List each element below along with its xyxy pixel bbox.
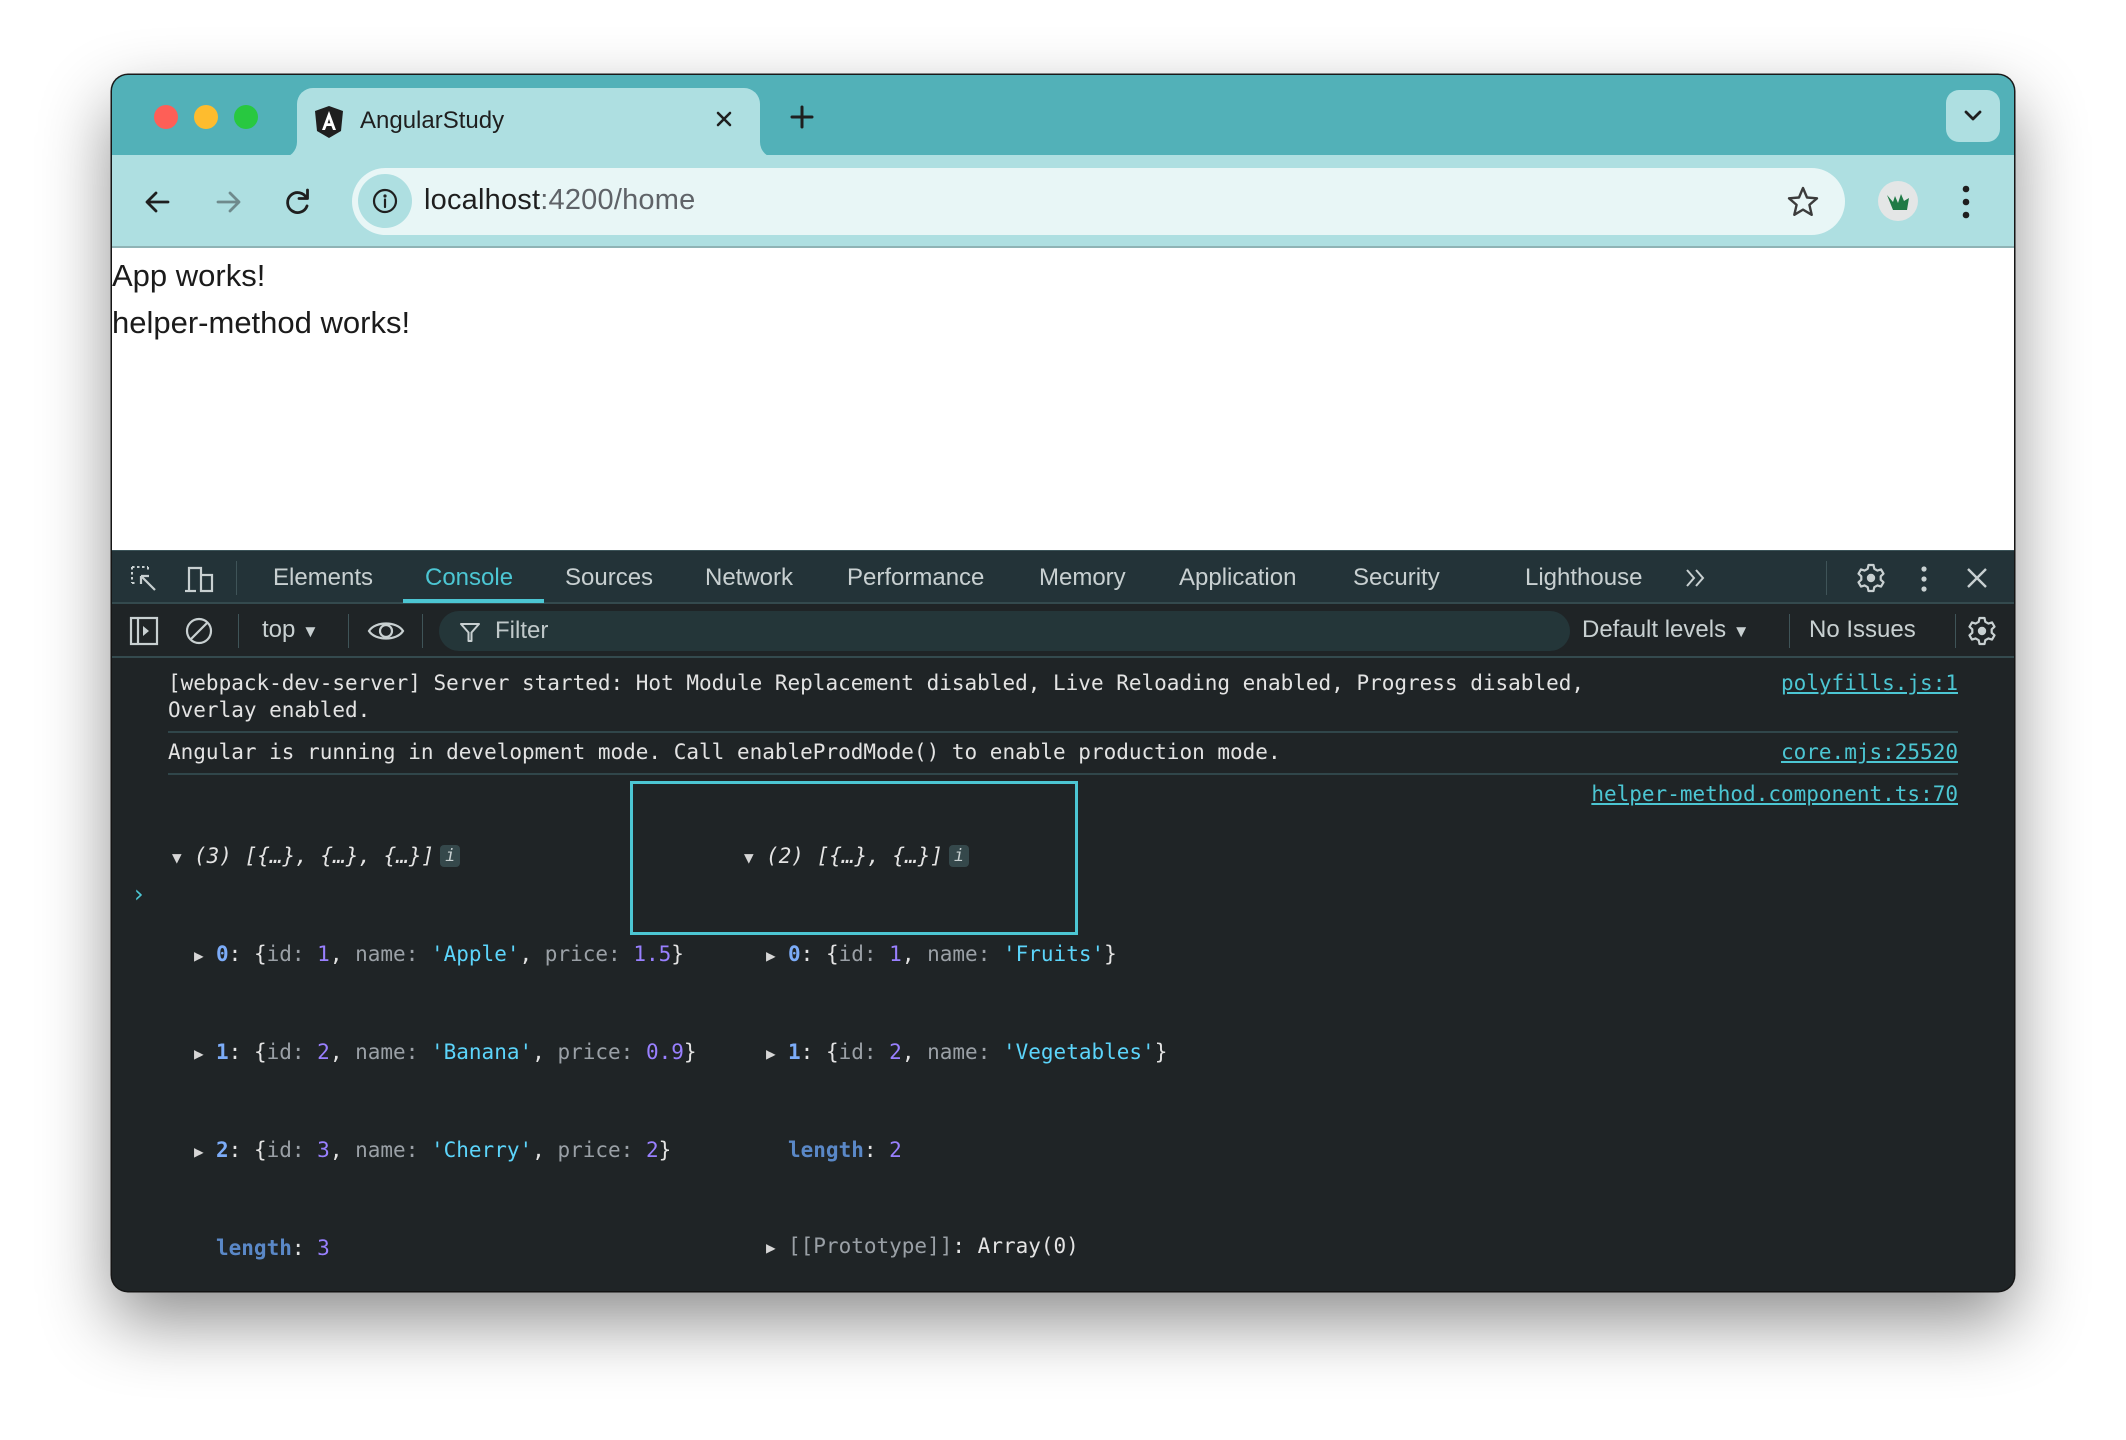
active-tab-indicator — [403, 599, 544, 603]
more-tabs-icon[interactable] — [1683, 565, 1709, 591]
collapse-triangle-icon[interactable]: ▶ — [766, 1232, 788, 1264]
array-item[interactable]: ▶ 2: {id: 3, name: 'Cherry', price: 2} — [172, 1134, 697, 1168]
tab-lighthouse[interactable]: Lighthouse — [1525, 564, 1642, 592]
browser-tab-active[interactable]: AngularStudy — [297, 88, 760, 158]
tab-security[interactable]: Security — [1353, 564, 1440, 592]
message-text: Angular is running in development mode. … — [168, 740, 1281, 764]
array-item[interactable]: ▶ 0: {id: 1, name: 'Fruits'} — [744, 938, 1167, 972]
close-devtools-icon[interactable] — [1964, 565, 1990, 591]
collapse-triangle-icon[interactable]: ▶ — [194, 1136, 216, 1168]
collapse-triangle-icon[interactable]: ▶ — [766, 940, 788, 972]
array-prototype[interactable]: ▶ [[Prototype]]: Array(0) — [744, 1230, 1167, 1264]
console-output: [webpack-dev-server] Server started: Hot… — [112, 658, 2014, 1291]
separator — [236, 561, 237, 595]
minimize-window-button[interactable] — [194, 105, 218, 129]
issues-button[interactable]: No Issues — [1809, 616, 1916, 644]
info-icon — [372, 188, 398, 214]
info-badge-icon[interactable]: i — [440, 845, 461, 867]
chevron-down-icon — [1964, 110, 1982, 121]
reload-icon — [286, 188, 309, 214]
tab-network[interactable]: Network — [705, 564, 793, 592]
site-info-button[interactable] — [358, 174, 412, 228]
filter-placeholder: Filter — [495, 617, 549, 644]
separator — [238, 614, 239, 648]
prompt-chevron-icon: › — [134, 880, 144, 908]
avatar[interactable] — [1878, 181, 1918, 221]
tab-performance[interactable]: Performance — [847, 564, 984, 592]
message-divider — [168, 731, 1958, 733]
arrow-right-icon — [216, 191, 241, 213]
message-source-link[interactable]: helper-method.component.ts:70 — [1591, 781, 1958, 808]
array-summary[interactable]: ▼ (3) [{…}, {…}, {…}] i — [172, 840, 697, 874]
angular-logo-icon — [315, 106, 343, 138]
app-works-text: App works! — [112, 258, 266, 293]
inspect-element-icon[interactable] — [129, 564, 159, 594]
console-filter-input[interactable]: Filter — [439, 611, 1570, 651]
array-item[interactable]: ▶ 0: {id: 1, name: 'Apple', price: 1.5} — [172, 938, 697, 972]
arrow-left-icon — [145, 191, 170, 213]
array-length: length: 3 — [216, 1236, 330, 1260]
reload-button[interactable] — [278, 182, 318, 222]
tab-title: AngularStudy — [360, 107, 505, 134]
array-tree-products: ▼ (3) [{…}, {…}, {…}] i ▶ 0: {id: 1, name: … — [172, 776, 697, 1291]
collapse-triangle-icon[interactable]: ▶ — [194, 940, 216, 972]
array-item[interactable]: ▶ 1: {id: 2, name: 'Vegetables'} — [744, 1036, 1167, 1070]
tab-console[interactable]: Console — [425, 564, 513, 592]
highlight-box — [630, 781, 1078, 935]
message-source-link[interactable]: polyfills.js:1 — [1781, 670, 1958, 697]
close-window-button[interactable] — [154, 105, 178, 129]
context-value: top — [262, 616, 296, 643]
tab-sources[interactable]: Sources — [565, 564, 653, 592]
collapse-triangle-icon[interactable]: ▶ — [194, 1038, 216, 1070]
close-icon[interactable] — [707, 102, 741, 136]
separator — [1826, 561, 1827, 595]
filter-icon — [460, 623, 480, 642]
more-vertical-icon[interactable] — [1919, 564, 1929, 594]
log-levels-dropdown[interactable]: Default levels ▼ — [1582, 616, 1750, 644]
settings-icon[interactable] — [1855, 562, 1887, 594]
collapse-triangle-icon[interactable]: ▶ — [766, 1038, 788, 1070]
clear-console-icon[interactable] — [184, 616, 214, 646]
more-vertical-icon[interactable] — [1960, 183, 1972, 221]
console-message: [webpack-dev-server] Server started: Hot… — [168, 670, 2002, 726]
browser-window: AngularStudy localhost:4200/home App wor… — [112, 75, 2014, 1291]
array-length: length: 2 — [788, 1138, 902, 1162]
url-host: localhost — [424, 184, 541, 216]
separator — [422, 614, 423, 648]
page-content: App works! helper-method works! — [112, 248, 2014, 550]
helper-method-works-text: helper-method works! — [112, 305, 411, 340]
sidebar-toggle-icon[interactable] — [129, 616, 159, 646]
separator — [348, 614, 349, 648]
star-icon[interactable] — [1785, 184, 1821, 220]
forward-button[interactable] — [208, 182, 248, 222]
console-settings-icon[interactable] — [1966, 615, 1998, 647]
address-bar[interactable]: localhost:4200/home — [352, 168, 1845, 235]
context-selector[interactable]: top ▼ — [262, 616, 319, 644]
tab-memory[interactable]: Memory — [1039, 564, 1126, 592]
separator — [1789, 614, 1790, 648]
console-message: Angular is running in development mode. … — [168, 739, 2002, 769]
message-source-link[interactable]: core.mjs:25520 — [1781, 739, 1958, 766]
tab-search-button[interactable] — [1946, 90, 2000, 142]
levels-value: Default levels — [1582, 616, 1727, 643]
url-path: :4200/home — [540, 184, 696, 216]
message-text: [webpack-dev-server] Server started: Hot… — [168, 671, 1585, 722]
separator — [1955, 614, 1956, 648]
eye-icon[interactable] — [366, 615, 406, 647]
tab-application[interactable]: Application — [1179, 564, 1296, 592]
devtools-tab-bar: Elements Console Sources Network Perform… — [112, 550, 2014, 604]
device-toolbar-icon[interactable] — [184, 564, 216, 594]
console-toolbar: top ▼ Filter Default levels ▼ No Issues — [112, 604, 2014, 658]
tab-elements[interactable]: Elements — [273, 564, 373, 592]
url-text[interactable]: localhost:4200/home — [424, 184, 695, 217]
tab-strip: AngularStudy — [112, 75, 2014, 158]
expand-triangle-icon[interactable]: ▼ — [172, 842, 194, 874]
new-tab-button[interactable] — [782, 97, 822, 137]
browser-toolbar: localhost:4200/home — [112, 155, 2014, 248]
message-divider — [168, 773, 1958, 775]
back-button[interactable] — [138, 182, 178, 222]
console-prompt[interactable]: › — [134, 880, 144, 908]
maximize-window-button[interactable] — [234, 105, 258, 129]
array-item[interactable]: ▶ 1: {id: 2, name: 'Banana', price: 0.9} — [172, 1036, 697, 1070]
